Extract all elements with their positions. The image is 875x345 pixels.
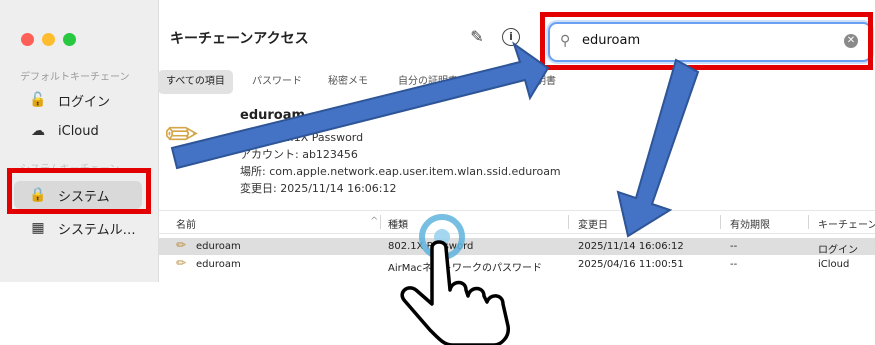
annotation-layer bbox=[170, 41, 700, 345]
pointing-hand-icon bbox=[400, 240, 510, 345]
blue-arrow-icon bbox=[616, 58, 700, 238]
blue-arrow-icon bbox=[170, 41, 550, 170]
